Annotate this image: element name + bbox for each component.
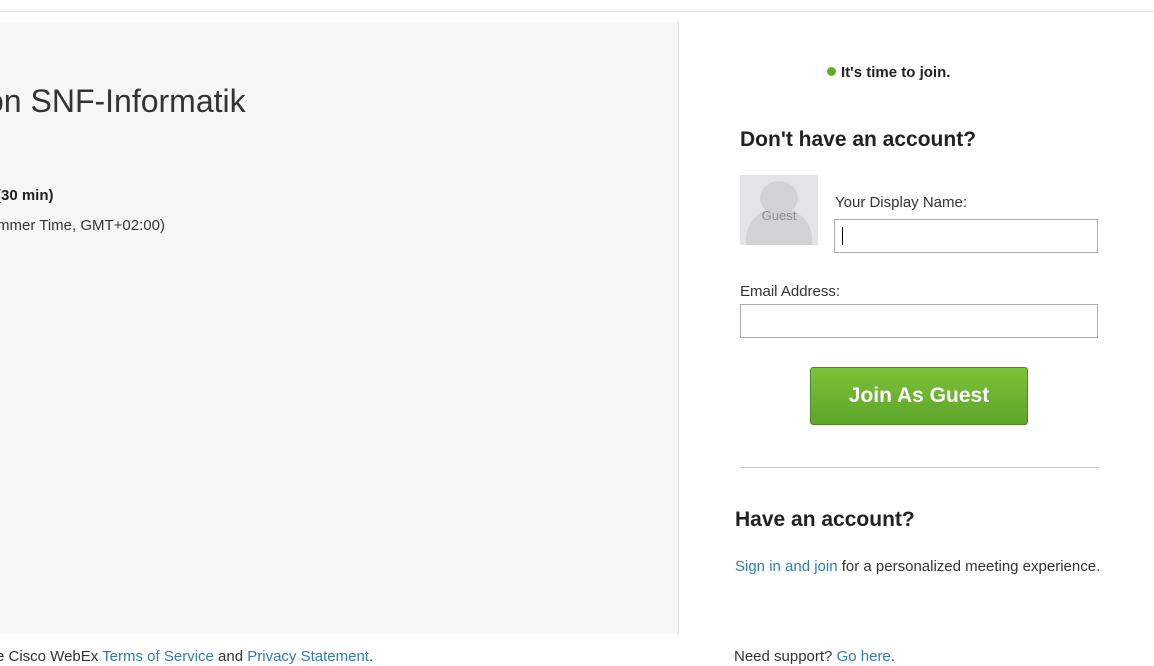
- join-as-guest-button[interactable]: Join As Guest: [810, 367, 1028, 425]
- text-caret: [842, 227, 843, 245]
- status-text: It's time to join.: [841, 64, 951, 81]
- sign-in-and-join-link[interactable]: Sign in and join: [735, 558, 838, 575]
- guest-heading: Don't have an account?: [740, 128, 977, 151]
- footer-legal: e Cisco WebEx Terms of Service and Priva…: [0, 648, 373, 665]
- top-rule: [0, 11, 1154, 12]
- guest-avatar-icon: Guest: [740, 175, 818, 245]
- meeting-status: It's time to join.: [827, 64, 950, 81]
- webex-join-page: on SNF-Informatik (30 min) mmer Time, GM…: [0, 0, 1154, 666]
- status-dot-icon: [827, 67, 836, 76]
- support-text: Need support?: [734, 648, 837, 665]
- privacy-statement-link[interactable]: Privacy Statement: [247, 648, 369, 665]
- display-name-input[interactable]: [834, 219, 1098, 253]
- account-heading: Have an account?: [735, 508, 915, 531]
- email-input[interactable]: [740, 304, 1098, 338]
- signin-description-text: for a personalized meeting experience.: [837, 558, 1101, 575]
- panel-divider: [678, 22, 679, 634]
- support-suffix: .: [890, 648, 895, 665]
- meeting-title: on SNF-Informatik: [0, 83, 246, 119]
- meeting-time: mmer Time, GMT+02:00): [0, 217, 165, 234]
- go-here-link[interactable]: Go here: [837, 648, 891, 665]
- section-divider: [740, 467, 1099, 468]
- signin-description: Sign in and join for a personalized meet…: [735, 556, 1125, 577]
- terms-of-service-link[interactable]: Terms of Service: [102, 648, 214, 665]
- footer-support: Need support? Go here.: [734, 648, 895, 665]
- footer-legal-suffix: .: [368, 648, 374, 665]
- footer-and-text: and: [213, 648, 248, 665]
- email-label: Email Address:: [740, 283, 841, 300]
- meeting-duration: (30 min): [0, 187, 54, 204]
- footer-legal-prefix: e Cisco WebEx: [0, 648, 103, 665]
- display-name-label: Your Display Name:: [835, 194, 968, 211]
- guest-avatar-label: Guest: [761, 208, 797, 223]
